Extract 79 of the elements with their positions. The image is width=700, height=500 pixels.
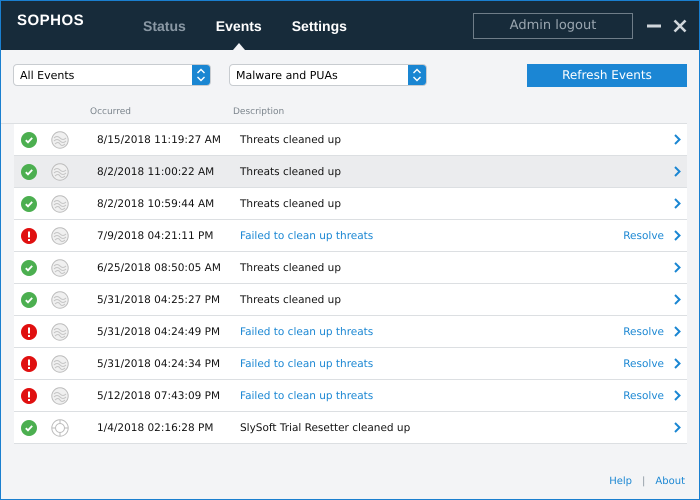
column-header: Occurred [90,106,132,116]
column-header: Description [233,106,286,116]
table-cell-text: 7/9/2018 04:21:11 PM [97,230,214,242]
table-cell-text: Threats cleaned up [240,134,342,146]
table-cell-text: 5/12/2018 07:43:09 PM [97,390,222,402]
table-cell-text: 1/4/2018 02:16:28 PM [97,422,214,434]
wave-icon [51,386,69,404]
table-cell-text: 8/2/2018 11:00:22 AM [97,166,216,178]
check-icon [21,132,37,148]
table-cell-text: 5/31/2018 04:25:27 PM [97,294,222,306]
description-link[interactable]: Failed to clean up threats [240,390,624,402]
refresh-button[interactable]: Refresh Events [527,64,687,86]
chevron-icon[interactable] [674,134,681,145]
table-cell-text: 5/31/2018 04:24:49 PM [97,326,222,338]
table-cell-text: 8/15/2018 11:19:27 AM [97,134,222,146]
event-row[interactable]: 5/31/2018 04:24:34 PM Failed to clean up threats Resolve [14,348,687,380]
wave-icon [51,290,69,308]
check-icon [21,420,37,436]
table-cell-text: Threats cleaned up [240,198,342,210]
resolve-link[interactable]: Resolve [623,358,664,370]
event-row[interactable]: 8/2/2018 11:00:22 AM Threats cleaned up [14,156,687,188]
chevron-icon[interactable] [674,166,681,177]
event-row[interactable]: 6/25/2018 08:50:05 AM Threats cleaned up [14,252,687,284]
help-link[interactable]: Help [609,476,632,486]
chevron-icon[interactable] [674,198,681,209]
spinner-arrows-icon [192,65,210,85]
table-cell-text: 6/25/2018 08:50:05 AM [97,262,222,274]
description-link[interactable]: Failed to clean up threats [240,230,624,242]
nav-tab[interactable]: Events [216,1,262,50]
wave-icon [51,130,69,148]
wave-icon [51,258,69,276]
event-row[interactable]: 5/12/2018 07:43:09 PM Failed to clean up threats Resolve [14,380,687,412]
table-cell-text: Threats cleaned up [240,166,342,178]
resolve-link[interactable]: Resolve [623,390,664,402]
check-icon [21,164,37,180]
chevron-icon[interactable] [674,358,681,369]
chevron-icon[interactable] [674,294,681,305]
alert-icon [21,356,37,372]
alert-icon [21,388,37,404]
spinner-arrows-icon [408,65,426,85]
event-row[interactable]: 8/15/2018 11:19:27 AM Threats cleaned up [14,124,687,156]
wave-icon [51,226,69,244]
resolve-link[interactable]: Resolve [623,230,664,242]
alert-icon [21,228,37,244]
wave-icon [51,354,69,372]
check-icon [21,260,37,276]
chevron-icon[interactable] [674,230,681,241]
filter-dropdown[interactable]: All Events [13,64,211,86]
event-row[interactable]: 5/31/2018 04:25:27 PM Threats cleaned up [14,284,687,316]
close-icon[interactable] [673,18,687,32]
chevron-icon[interactable] [674,390,681,401]
description-link[interactable]: Failed to clean up threats [240,326,624,338]
event-row[interactable]: 7/9/2018 04:21:11 PM Failed to clean up threats Resolve [14,220,687,252]
table-cell-text: SlySoft Trial Resetter cleaned up [240,422,412,434]
resolve-link[interactable]: Resolve [623,326,664,338]
logo: SOPHOS [17,12,86,29]
table-cell-text: 5/31/2018 04:24:34 PM [97,358,222,370]
table-cell-text: Threats cleaned up [240,294,342,306]
event-row[interactable]: 1/4/2018 02:16:28 PM SlySoft Trial Resetter cleaned up [14,412,687,444]
event-row[interactable]: 5/31/2018 04:24:49 PM Failed to clean up threats Resolve [14,316,687,348]
table-cell-text: Threats cleaned up [240,262,342,274]
chevron-icon[interactable] [674,262,681,273]
filter-dropdown[interactable]: Malware and PUAs [229,64,427,86]
chevron-icon[interactable] [674,326,681,337]
event-row[interactable]: 8/2/2018 10:59:44 AM Threats cleaned up [14,188,687,220]
table-cell-text: 8/2/2018 10:59:44 AM [97,198,216,210]
about-link[interactable]: About [655,476,685,486]
check-icon [21,292,37,308]
wave-icon [51,194,69,212]
alert-icon [21,324,37,340]
target-icon [51,418,69,436]
check-icon [21,196,37,212]
logout-button[interactable]: Admin logout [473,12,633,38]
nav-tab[interactable]: Settings [292,1,347,50]
description-link[interactable]: Failed to clean up threats [240,358,624,370]
wave-icon [51,322,69,340]
separator: | [642,476,646,486]
wave-icon [51,162,69,180]
chevron-icon[interactable] [674,422,681,433]
